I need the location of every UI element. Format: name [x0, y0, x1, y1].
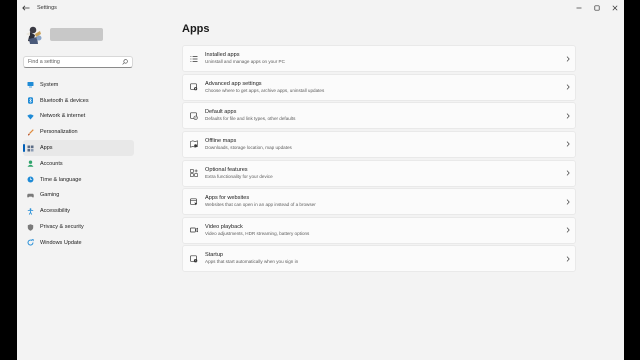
chevron-right-icon [561, 132, 575, 157]
grid-plus-icon [190, 169, 198, 177]
card-subtitle: Uninstall and manage apps on your PC [205, 59, 285, 64]
sidebar-item-apps[interactable]: Apps [23, 140, 134, 156]
chevron-right-icon [561, 46, 575, 71]
sidebar-item-label: Accounts [40, 160, 63, 167]
chevron-right-icon [561, 218, 575, 243]
minimize-icon [576, 7, 582, 9]
card-title: Optional features [205, 166, 248, 173]
card-title: Advanced app settings [205, 80, 262, 87]
profile-name-redacted [50, 28, 103, 41]
card-subtitle: Apps that start automatically when you s… [205, 259, 299, 265]
gamepad-icon [27, 192, 34, 199]
card-title: Video playback [205, 223, 243, 230]
default-apps-item[interactable]: Default apps Defaults for file and link … [182, 102, 576, 130]
sidebar-item-label: Windows Update [40, 239, 82, 246]
apps-icon [27, 145, 34, 152]
search-input[interactable]: Find a setting [28, 59, 121, 65]
sidebar-item-label: Gaming [40, 192, 60, 199]
sidebar-item-label: Time & language [40, 176, 82, 183]
bluetooth-icon [27, 97, 34, 104]
web-app-icon [190, 198, 198, 206]
shield-icon [27, 223, 34, 231]
sidebar-item-accessibility[interactable]: Accessibility [23, 203, 134, 219]
window-controls [570, 0, 624, 16]
card-subtitle: Video adjustments, HDR streaming, batter… [205, 230, 310, 236]
minimize-button[interactable] [570, 0, 588, 16]
video-playback-item[interactable]: Video playback Video adjustments, HDR st… [182, 216, 576, 244]
sidebar-item-label: System [40, 81, 59, 88]
sidebar-item-windows-update[interactable]: Windows Update [23, 235, 134, 251]
maximize-button[interactable] [588, 0, 606, 16]
startup-item[interactable]: Startup Apps that start automatically wh… [182, 245, 576, 273]
sidebar-item-gaming[interactable]: Gaming [23, 188, 134, 204]
card-title: Startup [205, 252, 224, 259]
settings-window: Settings Find a setting System Bluetooth… [17, 0, 624, 360]
close-button[interactable] [606, 0, 624, 16]
apps-for-websites-item[interactable]: Apps for websites Websites that can open… [182, 188, 576, 216]
back-arrow-icon [22, 5, 30, 11]
list-icon [190, 55, 198, 63]
startup-icon [190, 255, 198, 263]
network-icon [27, 113, 34, 120]
chevron-right-icon [561, 75, 575, 100]
app-gear-icon [190, 83, 198, 91]
sidebar-item-label: Privacy & security [40, 224, 84, 231]
sidebar-item-label: Personalization [40, 129, 78, 136]
chevron-right-icon [561, 189, 575, 214]
chevron-right-icon [561, 161, 575, 186]
offline-maps-item[interactable]: Offline maps Downloads, storage location… [182, 130, 576, 158]
card-title: Apps for websites [205, 195, 250, 202]
avatar[interactable] [25, 25, 45, 45]
installed-apps-item[interactable]: Installed apps Uninstall and manage apps… [182, 45, 576, 72]
title-bar: Settings [17, 0, 624, 16]
back-button[interactable] [17, 0, 35, 16]
sidebar-item-time-language[interactable]: Time & language [23, 172, 134, 188]
sidebar-item-network-internet[interactable]: Network & internet [23, 109, 134, 125]
card-title: Default apps [205, 109, 237, 116]
sidebar-item-privacy-security[interactable]: Privacy & security [23, 219, 134, 235]
default-apps-icon [190, 112, 198, 120]
card-subtitle: Websites that can open in an app instead… [205, 202, 316, 208]
advanced-app-settings-item[interactable]: Advanced app settings Choose where to ge… [182, 73, 576, 101]
card-subtitle: Defaults for file and link types, other … [205, 116, 296, 122]
card-subtitle: Downloads, storage location, map updates [205, 144, 292, 150]
search-box[interactable]: Find a setting [23, 56, 133, 68]
sidebar-item-label: Network & internet [40, 113, 86, 120]
avatar-character-icon [26, 26, 42, 44]
system-icon [27, 81, 34, 88]
brush-icon [27, 129, 34, 136]
sidebar-item-system[interactable]: System [23, 77, 134, 93]
card-title: Offline maps [205, 137, 237, 144]
close-icon [612, 5, 618, 11]
globe-clock-icon [27, 176, 34, 183]
sidebar-item-bluetooth-devices[interactable]: Bluetooth & devices [23, 93, 134, 109]
sidebar-item-accounts[interactable]: Accounts [23, 156, 134, 172]
chevron-right-icon [561, 246, 575, 271]
accounts-icon [27, 160, 34, 168]
sidebar-nav: System Bluetooth & devices Network & int… [23, 77, 134, 251]
sidebar-item-label: Accessibility [40, 208, 70, 215]
sidebar-item-label: Apps [40, 145, 53, 152]
search-icon[interactable] [121, 59, 128, 66]
page-title: Apps [182, 23, 210, 35]
card-subtitle: Extra functionality for your device [205, 173, 273, 179]
map-icon [190, 140, 198, 149]
card-title: Installed apps [205, 52, 240, 58]
sidebar-item-personalization[interactable]: Personalization [23, 124, 134, 140]
window-title: Settings [37, 5, 57, 11]
card-subtitle: Choose where to get apps, archive apps, … [205, 87, 325, 93]
video-icon [190, 226, 198, 234]
chevron-right-icon [561, 103, 575, 128]
update-icon [27, 239, 34, 246]
apps-settings-list: Installed apps Uninstall and manage apps… [182, 45, 576, 274]
accessibility-icon [27, 207, 34, 215]
sidebar-item-label: Bluetooth & devices [40, 97, 89, 104]
maximize-icon [594, 5, 600, 11]
optional-features-item[interactable]: Optional features Extra functionality fo… [182, 159, 576, 187]
